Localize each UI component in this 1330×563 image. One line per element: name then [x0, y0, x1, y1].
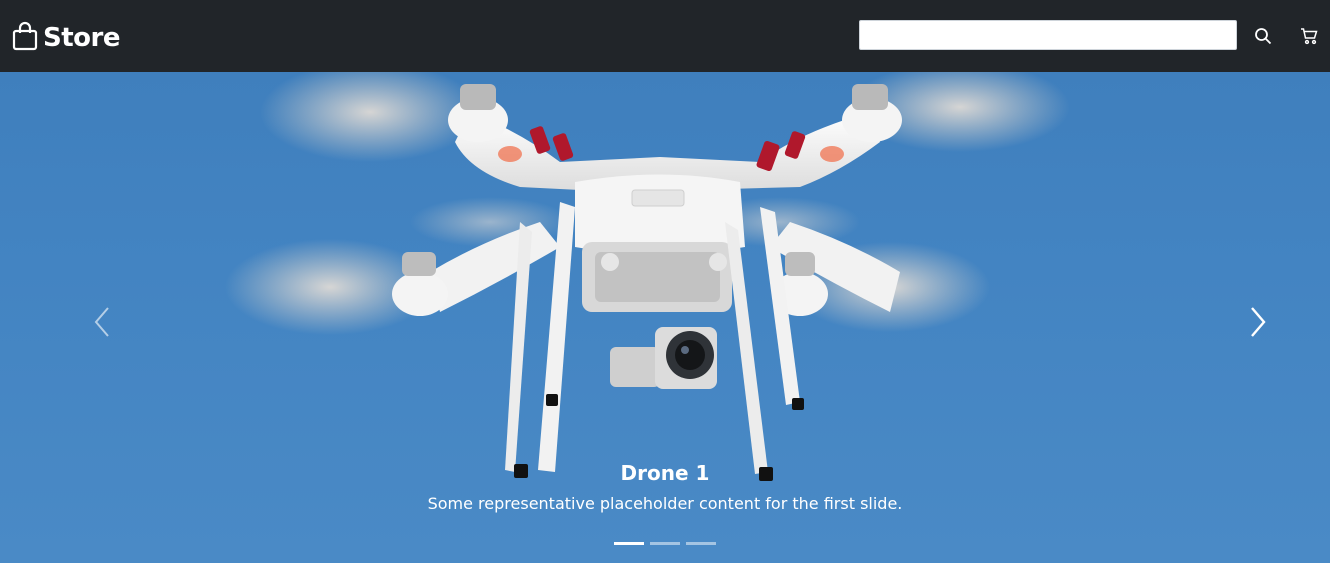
- carousel-indicator-1[interactable]: [614, 542, 644, 545]
- search-button[interactable]: [1251, 24, 1275, 48]
- carousel-prev-button[interactable]: [82, 297, 122, 347]
- carousel-indicator-2[interactable]: [650, 542, 680, 545]
- hero-carousel: Drone 1 Some representative placeholder …: [0, 72, 1330, 563]
- brand-text: Store: [43, 23, 120, 53]
- drone-slide-image: [225, 72, 1070, 481]
- carousel-indicators: [0, 542, 1330, 545]
- chevron-right-icon: [1251, 307, 1266, 337]
- chevron-left-icon: [94, 307, 109, 337]
- cart-icon: [1301, 28, 1318, 45]
- slide-title: Drone 1: [620, 461, 710, 485]
- navbar: Store: [0, 0, 1330, 72]
- carousel-indicator-3[interactable]: [686, 542, 716, 545]
- search-icon: [1255, 28, 1272, 45]
- carousel-next-button[interactable]: [1238, 297, 1278, 347]
- search-input[interactable]: [859, 20, 1237, 50]
- slide-caption: Some representative placeholder content …: [427, 494, 903, 513]
- cart-button[interactable]: [1297, 24, 1321, 48]
- shopping-bag-icon: [12, 21, 43, 56]
- brand-link[interactable]: Store: [12, 20, 120, 56]
